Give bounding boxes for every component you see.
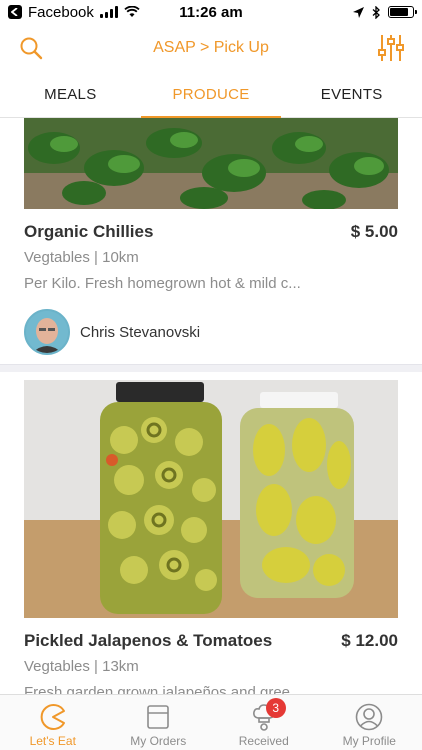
listing-meta: Vegtables | 10km <box>24 249 139 266</box>
seller-info[interactable]: Chris Stevanovski <box>24 308 398 356</box>
status-time: 11:26 am <box>179 3 243 21</box>
notification-badge: 3 <box>265 698 286 718</box>
person-photo <box>26 311 68 353</box>
listing-title-row: Pickled Jalapenos & Tomatoes $ 12.00 <box>24 631 398 651</box>
listing-title[interactable]: Organic Chillies <box>24 222 153 242</box>
listing-card[interactable]: Pickled Jalapenos & Tomatoes $ 12.00 Veg… <box>0 380 422 694</box>
chilli-field-photo <box>24 118 398 209</box>
listing-description: Fresh garden grown jalapeños and gree... <box>24 684 303 694</box>
search-icon <box>20 37 43 60</box>
nav-label: Let's Eat <box>29 734 76 748</box>
seller-name[interactable]: Chris Stevanovski <box>80 324 200 341</box>
signal-icon <box>99 6 118 18</box>
nav-received[interactable]: 3 Received <box>211 695 317 750</box>
status-bar: Facebook 11:26 am <box>0 0 422 24</box>
nav-my-orders[interactable]: My Orders <box>106 695 212 750</box>
battery-icon <box>388 6 417 18</box>
tab-events[interactable]: EVENTS <box>281 72 422 117</box>
listings-feed[interactable]: Organic Chillies $ 5.00 Vegtables | 10km… <box>0 118 422 694</box>
nav-lets-eat[interactable]: Let's Eat <box>0 695 106 750</box>
nav-label: My Orders <box>130 734 187 748</box>
filter-button[interactable] <box>376 33 406 63</box>
carrier-label[interactable]: Facebook <box>28 4 94 21</box>
listing-price: $ 12.00 <box>341 631 398 650</box>
bluetooth-icon <box>372 5 380 19</box>
card-divider <box>0 364 422 372</box>
back-to-app-icon[interactable] <box>8 5 22 19</box>
listing-image[interactable] <box>24 118 398 209</box>
nav-my-profile[interactable]: My Profile <box>317 695 422 750</box>
listing-image[interactable] <box>24 380 398 618</box>
user-icon <box>354 702 384 732</box>
wifi-icon <box>124 6 140 17</box>
listing-description: Per Kilo. Fresh homegrown hot & mild c..… <box>24 275 301 292</box>
location-mode-selector[interactable]: ASAP > Pick Up <box>153 39 269 57</box>
location-arrow-icon <box>353 6 364 18</box>
pickle-jars-photo <box>24 380 398 618</box>
battery-level <box>390 8 408 16</box>
status-right <box>274 5 417 19</box>
listing-meta: Vegtables | 13km <box>24 658 139 675</box>
nav-label: My Profile <box>342 734 396 748</box>
app-header: ASAP > Pick Up <box>0 24 422 72</box>
listing-title[interactable]: Pickled Jalapenos & Tomatoes <box>24 631 272 651</box>
category-tabs: MEALS PRODUCE EVENTS <box>0 72 422 118</box>
listing-card[interactable]: Organic Chillies $ 5.00 Vegtables | 10km… <box>0 118 422 356</box>
sliders-icon <box>377 35 404 61</box>
bottom-nav: Let's Eat My Orders 3 Received My Profil… <box>0 694 422 750</box>
tab-produce[interactable]: PRODUCE <box>140 72 282 118</box>
search-button[interactable] <box>16 33 46 63</box>
tab-meals[interactable]: MEALS <box>0 72 141 117</box>
status-left: Facebook <box>8 4 148 21</box>
listing-price: $ 5.00 <box>350 222 398 241</box>
nav-label: Received <box>238 734 289 748</box>
pacman-icon <box>38 702 68 732</box>
listing-title-row: Organic Chillies $ 5.00 <box>24 222 398 242</box>
box-icon <box>143 702 173 732</box>
avatar[interactable] <box>24 309 70 355</box>
